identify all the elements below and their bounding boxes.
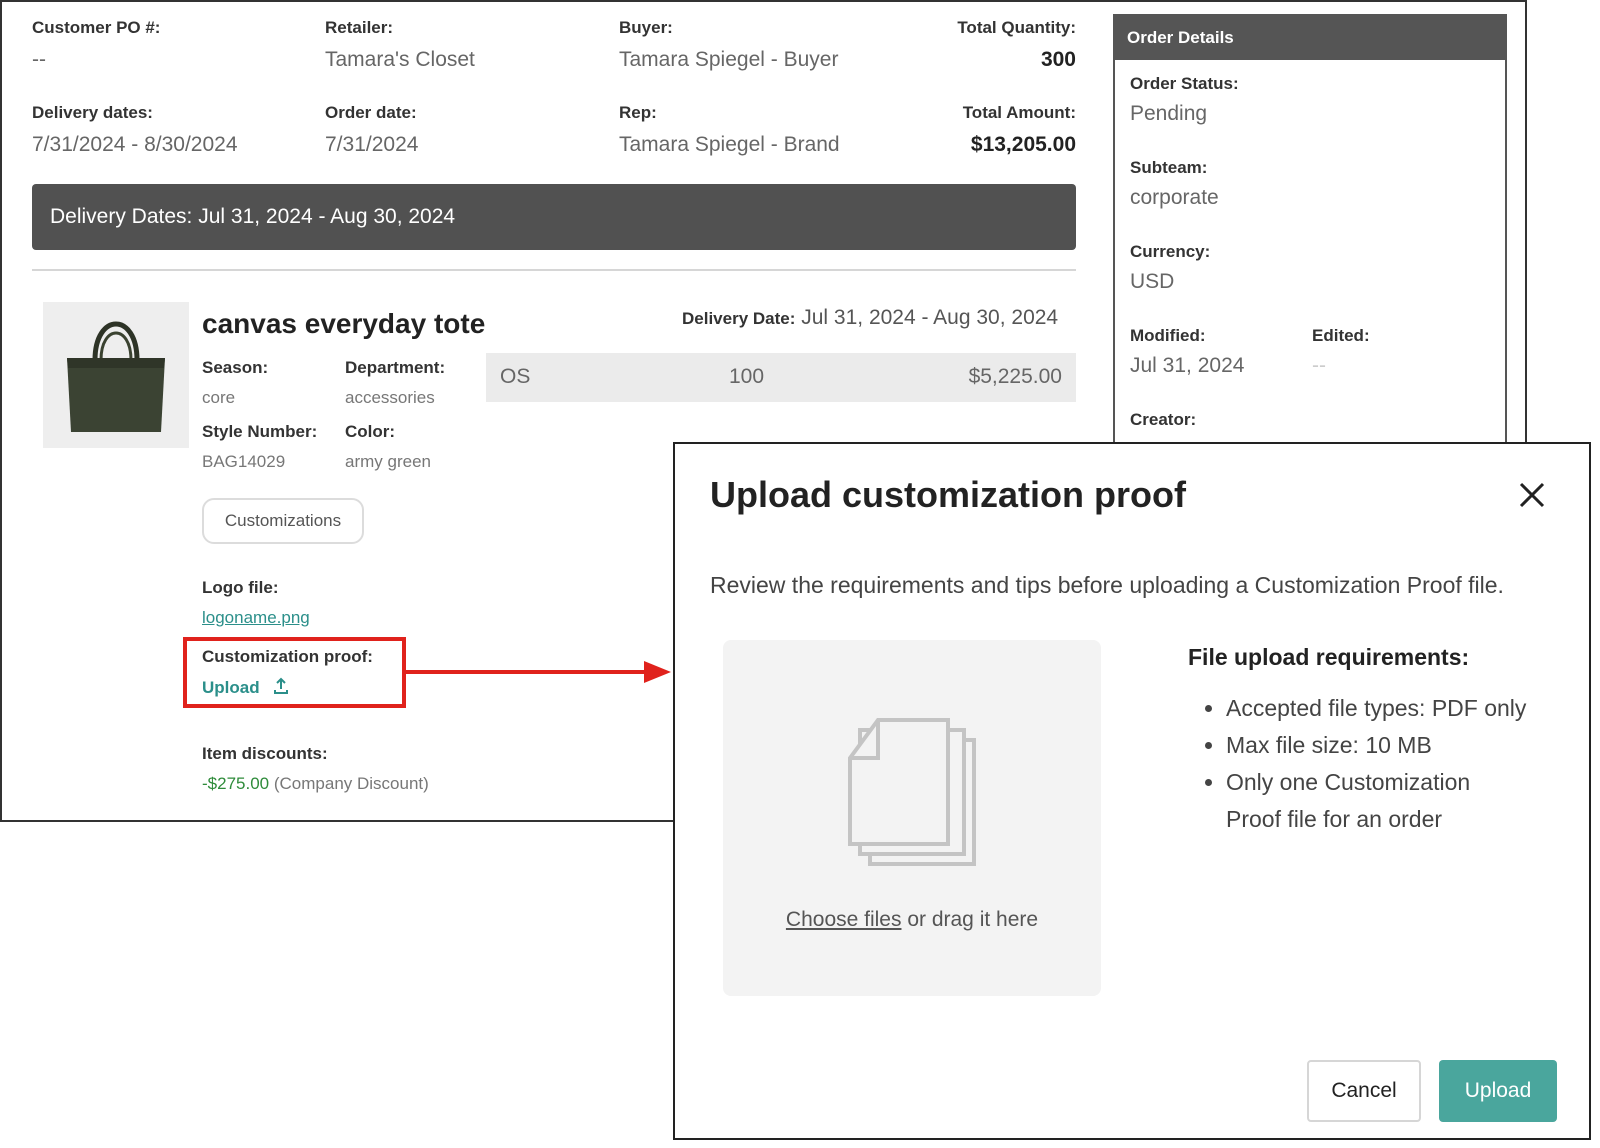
color-value: army green <box>345 452 431 471</box>
file-dropzone[interactable]: Choose files or drag it here <box>723 640 1101 996</box>
upload-button[interactable]: Upload <box>1439 1060 1557 1122</box>
order-status-value: Pending <box>1130 102 1208 125</box>
modified-field: Modified: Jul 31, 2024 <box>1130 326 1244 378</box>
department-value: accessories <box>345 388 435 407</box>
upload-proof-modal: Upload customization proof Review the re… <box>673 442 1591 1140</box>
total-quantity-value: 300 <box>1040 48 1076 71</box>
order-date-value: 7/31/2024 <box>325 133 419 156</box>
order-status-label: Order Status: <box>1130 74 1239 93</box>
requirement-item: Max file size: 10 MB <box>1226 727 1528 764</box>
item-delivery-date-value: Jul 31, 2024 - Aug 30, 2024 <box>801 306 1059 329</box>
item-discount-line: -$275.00 (Company Discount) <box>202 774 429 794</box>
currency-value: USD <box>1130 270 1175 293</box>
total-amount-label: Total Amount: <box>962 103 1076 122</box>
season-value: core <box>202 388 236 407</box>
department-label: Department: <box>345 358 446 377</box>
close-icon <box>1519 482 1545 508</box>
quantity-cell: 100 <box>729 365 765 388</box>
department-field: Department: accessories <box>345 358 445 408</box>
buyer-field: Buyer: Tamara Spiegel - Buyer <box>619 18 838 72</box>
modal-description: Review the requirements and tips before … <box>710 572 1504 598</box>
order-details-header: Order Details <box>1115 16 1505 60</box>
total-quantity-field: Total Quantity: 300 <box>957 18 1076 72</box>
choose-files-link[interactable]: Choose files <box>786 908 902 931</box>
discount-note: (Company Discount) <box>273 774 429 793</box>
retailer-value: Tamara's Closet <box>325 48 475 71</box>
item-discounts-label: Item discounts: <box>202 744 328 763</box>
creator-field: Creator: <box>1130 410 1196 430</box>
total-amount-value: $13,205.00 <box>970 133 1076 156</box>
callout-arrow-head <box>644 661 671 683</box>
retailer-field: Retailer: Tamara's Closet <box>325 18 475 72</box>
dropzone-text: Choose files or drag it here <box>723 908 1101 932</box>
retailer-label: Retailer: <box>325 18 394 37</box>
total-amount-field: Total Amount: $13,205.00 <box>963 103 1076 157</box>
order-date-field: Order date: 7/31/2024 <box>325 103 418 157</box>
logo-file-label: Logo file: <box>202 578 279 597</box>
discount-amount: -$275.00 <box>202 774 270 793</box>
customer-po-label: Customer PO #: <box>32 18 161 37</box>
divider <box>32 269 1076 271</box>
size-cell: OS <box>500 365 531 388</box>
cancel-button[interactable]: Cancel <box>1307 1060 1421 1122</box>
delivery-dates-value: 7/31/2024 - 8/30/2024 <box>32 133 238 156</box>
size-row: OS 100 $5,225.00 <box>486 353 1076 402</box>
customer-po-field: Customer PO #: -- <box>32 18 160 72</box>
requirement-item: Accepted file types: PDF only <box>1226 690 1528 727</box>
color-label: Color: <box>345 422 396 441</box>
style-number-value: BAG14029 <box>202 452 286 471</box>
requirements-title: File upload requirements: <box>1188 644 1470 670</box>
season-label: Season: <box>202 358 269 377</box>
modified-label: Modified: <box>1130 326 1206 345</box>
product-image <box>43 302 189 448</box>
style-number-field: Style Number: BAG14029 <box>202 422 317 472</box>
item-discounts-field: Item discounts: -$275.00 (Company Discou… <box>202 744 429 794</box>
logo-file-field: Logo file: logoname.png <box>202 578 310 628</box>
style-number-label: Style Number: <box>202 422 318 441</box>
requirements-list: Accepted file types: PDF only Max file s… <box>1188 690 1528 838</box>
rep-label: Rep: <box>619 103 657 122</box>
delivery-dates-bar: Delivery Dates: Jul 31, 2024 - Aug 30, 2… <box>32 184 1076 250</box>
buyer-label: Buyer: <box>619 18 673 37</box>
logo-file-link[interactable]: logoname.png <box>202 608 310 628</box>
highlight-box <box>183 637 406 708</box>
delivery-dates-label: Delivery dates: <box>32 103 153 122</box>
close-button[interactable] <box>1515 478 1549 512</box>
modified-value: Jul 31, 2024 <box>1130 354 1245 377</box>
item-delivery-date-label: Delivery Date: <box>682 309 796 328</box>
modal-title: Upload customization proof <box>710 474 1186 515</box>
color-field: Color: army green <box>345 422 431 472</box>
edited-value: -- <box>1312 354 1326 377</box>
customer-po-value: -- <box>32 48 46 71</box>
documents-icon <box>848 718 976 866</box>
delivery-dates-field: Delivery dates: 7/31/2024 - 8/30/2024 <box>32 103 238 157</box>
buyer-value: Tamara Spiegel - Buyer <box>619 48 839 71</box>
edited-label: Edited: <box>1312 326 1370 345</box>
requirement-item: Only one Customization Proof file for an… <box>1226 764 1528 838</box>
currency-label: Currency: <box>1130 242 1211 261</box>
subteam-value: corporate <box>1130 186 1219 209</box>
subteam-label: Subteam: <box>1130 158 1208 177</box>
item-delivery-date: Delivery Date: Jul 31, 2024 - Aug 30, 20… <box>682 306 1058 330</box>
price-cell: $5,225.00 <box>968 365 1062 388</box>
creator-label: Creator: <box>1130 410 1197 429</box>
rep-field: Rep: Tamara Spiegel - Brand <box>619 103 840 157</box>
drag-text: or drag it here <box>901 908 1039 931</box>
customizations-button[interactable]: Customizations <box>202 498 364 544</box>
order-status-field: Order Status: Pending <box>1130 74 1239 126</box>
order-details-panel: Order Details Order Status: Pending Subt… <box>1113 14 1507 444</box>
rep-value: Tamara Spiegel - Brand <box>619 133 840 156</box>
tote-bag-icon <box>67 321 165 432</box>
product-title: canvas everyday tote <box>202 308 486 339</box>
subteam-field: Subteam: corporate <box>1130 158 1219 210</box>
currency-field: Currency: USD <box>1130 242 1210 294</box>
order-date-label: Order date: <box>325 103 417 122</box>
edited-field: Edited: -- <box>1312 326 1370 378</box>
callout-arrow-line <box>406 670 644 674</box>
total-quantity-label: Total Quantity: <box>957 18 1076 37</box>
season-field: Season: core <box>202 358 268 408</box>
